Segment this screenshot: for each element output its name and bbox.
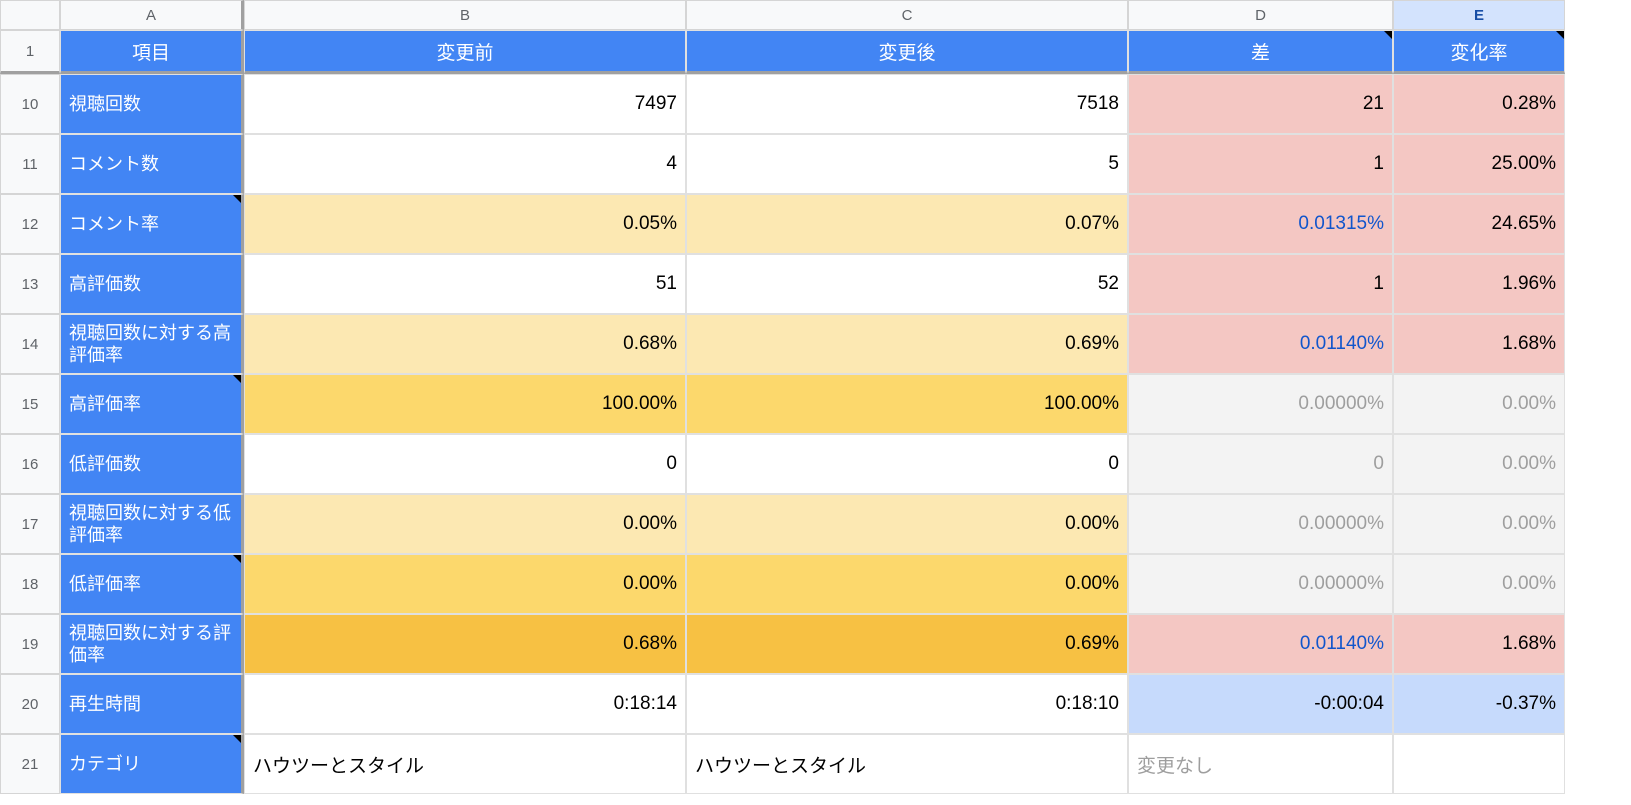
col-header-C[interactable]: C — [686, 0, 1128, 30]
cell-rate[interactable]: 0.00% — [1393, 494, 1565, 554]
row-label[interactable]: 高評価数 — [60, 254, 244, 314]
row-header[interactable]: 16 — [0, 434, 60, 494]
cell-diff[interactable]: 0 — [1128, 434, 1393, 494]
col-header-A[interactable]: A — [60, 0, 244, 30]
cell-diff[interactable]: 1 — [1128, 254, 1393, 314]
row-label[interactable]: 高評価率 — [60, 374, 244, 434]
header-after[interactable]: 変更後 — [686, 30, 1128, 74]
cell-rate[interactable]: 1.68% — [1393, 314, 1565, 374]
cell-rate[interactable]: 1.68% — [1393, 614, 1565, 674]
cell-before[interactable]: 100.00% — [244, 374, 686, 434]
cell-rate[interactable]: 0.00% — [1393, 554, 1565, 614]
cell-before[interactable]: ハウツーとスタイル — [244, 734, 686, 794]
corner-cell[interactable] — [0, 0, 60, 30]
cell-diff[interactable]: 0.01315% — [1128, 194, 1393, 254]
row-label[interactable]: コメント率 — [60, 194, 244, 254]
cell-diff[interactable]: 0.00000% — [1128, 374, 1393, 434]
row-header[interactable]: 12 — [0, 194, 60, 254]
cell-rate[interactable]: 0.00% — [1393, 434, 1565, 494]
row-header[interactable]: 15 — [0, 374, 60, 434]
cell-before[interactable]: 0.05% — [244, 194, 686, 254]
cell-after[interactable]: 100.00% — [686, 374, 1128, 434]
row-label[interactable]: 視聴回数に対する低評価率 — [60, 494, 244, 554]
cell-before[interactable]: 0.00% — [244, 554, 686, 614]
cell-before[interactable]: 0.68% — [244, 314, 686, 374]
cell-after[interactable]: 5 — [686, 134, 1128, 194]
row-header[interactable]: 10 — [0, 74, 60, 134]
row-header[interactable]: 11 — [0, 134, 60, 194]
row-header[interactable]: 20 — [0, 674, 60, 734]
row-header[interactable]: 19 — [0, 614, 60, 674]
cell-diff[interactable]: 変更なし — [1128, 734, 1393, 794]
cell-before[interactable]: 0 — [244, 434, 686, 494]
row-header[interactable]: 18 — [0, 554, 60, 614]
col-header-E[interactable]: E — [1393, 0, 1565, 30]
cell-diff[interactable]: 0.00000% — [1128, 494, 1393, 554]
row-header[interactable]: 21 — [0, 734, 60, 794]
row-header[interactable]: 14 — [0, 314, 60, 374]
row-label[interactable]: 再生時間 — [60, 674, 244, 734]
row-label[interactable]: 低評価数 — [60, 434, 244, 494]
cell-rate[interactable] — [1393, 734, 1565, 794]
cell-after[interactable]: 0.69% — [686, 614, 1128, 674]
cell-diff[interactable]: 0.00000% — [1128, 554, 1393, 614]
cell-before[interactable]: 0.68% — [244, 614, 686, 674]
cell-after[interactable]: 0.00% — [686, 494, 1128, 554]
row-label[interactable]: カテゴリ — [60, 734, 244, 794]
cell-rate[interactable]: 0.28% — [1393, 74, 1565, 134]
cell-after[interactable]: 52 — [686, 254, 1128, 314]
row-label[interactable]: 視聴回数 — [60, 74, 244, 134]
header-diff[interactable]: 差 — [1128, 30, 1393, 74]
cell-after[interactable]: 0 — [686, 434, 1128, 494]
row-header-1[interactable]: 1 — [0, 30, 60, 74]
cell-diff[interactable]: 0.01140% — [1128, 614, 1393, 674]
cell-diff[interactable]: 1 — [1128, 134, 1393, 194]
cell-after[interactable]: 7518 — [686, 74, 1128, 134]
cell-rate[interactable]: 0.00% — [1393, 374, 1565, 434]
row-label[interactable]: 視聴回数に対する高評価率 — [60, 314, 244, 374]
cell-before[interactable]: 4 — [244, 134, 686, 194]
cell-before[interactable]: 7497 — [244, 74, 686, 134]
header-before[interactable]: 変更前 — [244, 30, 686, 74]
cell-diff[interactable]: 21 — [1128, 74, 1393, 134]
row-label[interactable]: コメント数 — [60, 134, 244, 194]
cell-before[interactable]: 51 — [244, 254, 686, 314]
col-header-B[interactable]: B — [244, 0, 686, 30]
header-item[interactable]: 項目 — [60, 30, 244, 74]
cell-after[interactable]: 0.69% — [686, 314, 1128, 374]
cell-after[interactable]: 0.00% — [686, 554, 1128, 614]
cell-rate[interactable]: 1.96% — [1393, 254, 1565, 314]
cell-rate[interactable]: 25.00% — [1393, 134, 1565, 194]
row-header[interactable]: 17 — [0, 494, 60, 554]
cell-before[interactable]: 0:18:14 — [244, 674, 686, 734]
cell-before[interactable]: 0.00% — [244, 494, 686, 554]
cell-after[interactable]: ハウツーとスタイル — [686, 734, 1128, 794]
cell-after[interactable]: 0:18:10 — [686, 674, 1128, 734]
cell-rate[interactable]: -0.37% — [1393, 674, 1565, 734]
cell-diff[interactable]: -0:00:04 — [1128, 674, 1393, 734]
cell-after[interactable]: 0.07% — [686, 194, 1128, 254]
row-label[interactable]: 低評価率 — [60, 554, 244, 614]
col-header-D[interactable]: D — [1128, 0, 1393, 30]
header-rate[interactable]: 変化率 — [1393, 30, 1565, 74]
spreadsheet-grid[interactable]: A B C D E 1 項目 変更前 変更後 差 変化率 10視聴回数74977… — [0, 0, 1565, 794]
cell-rate[interactable]: 24.65% — [1393, 194, 1565, 254]
row-header[interactable]: 13 — [0, 254, 60, 314]
cell-diff[interactable]: 0.01140% — [1128, 314, 1393, 374]
row-label[interactable]: 視聴回数に対する評価率 — [60, 614, 244, 674]
